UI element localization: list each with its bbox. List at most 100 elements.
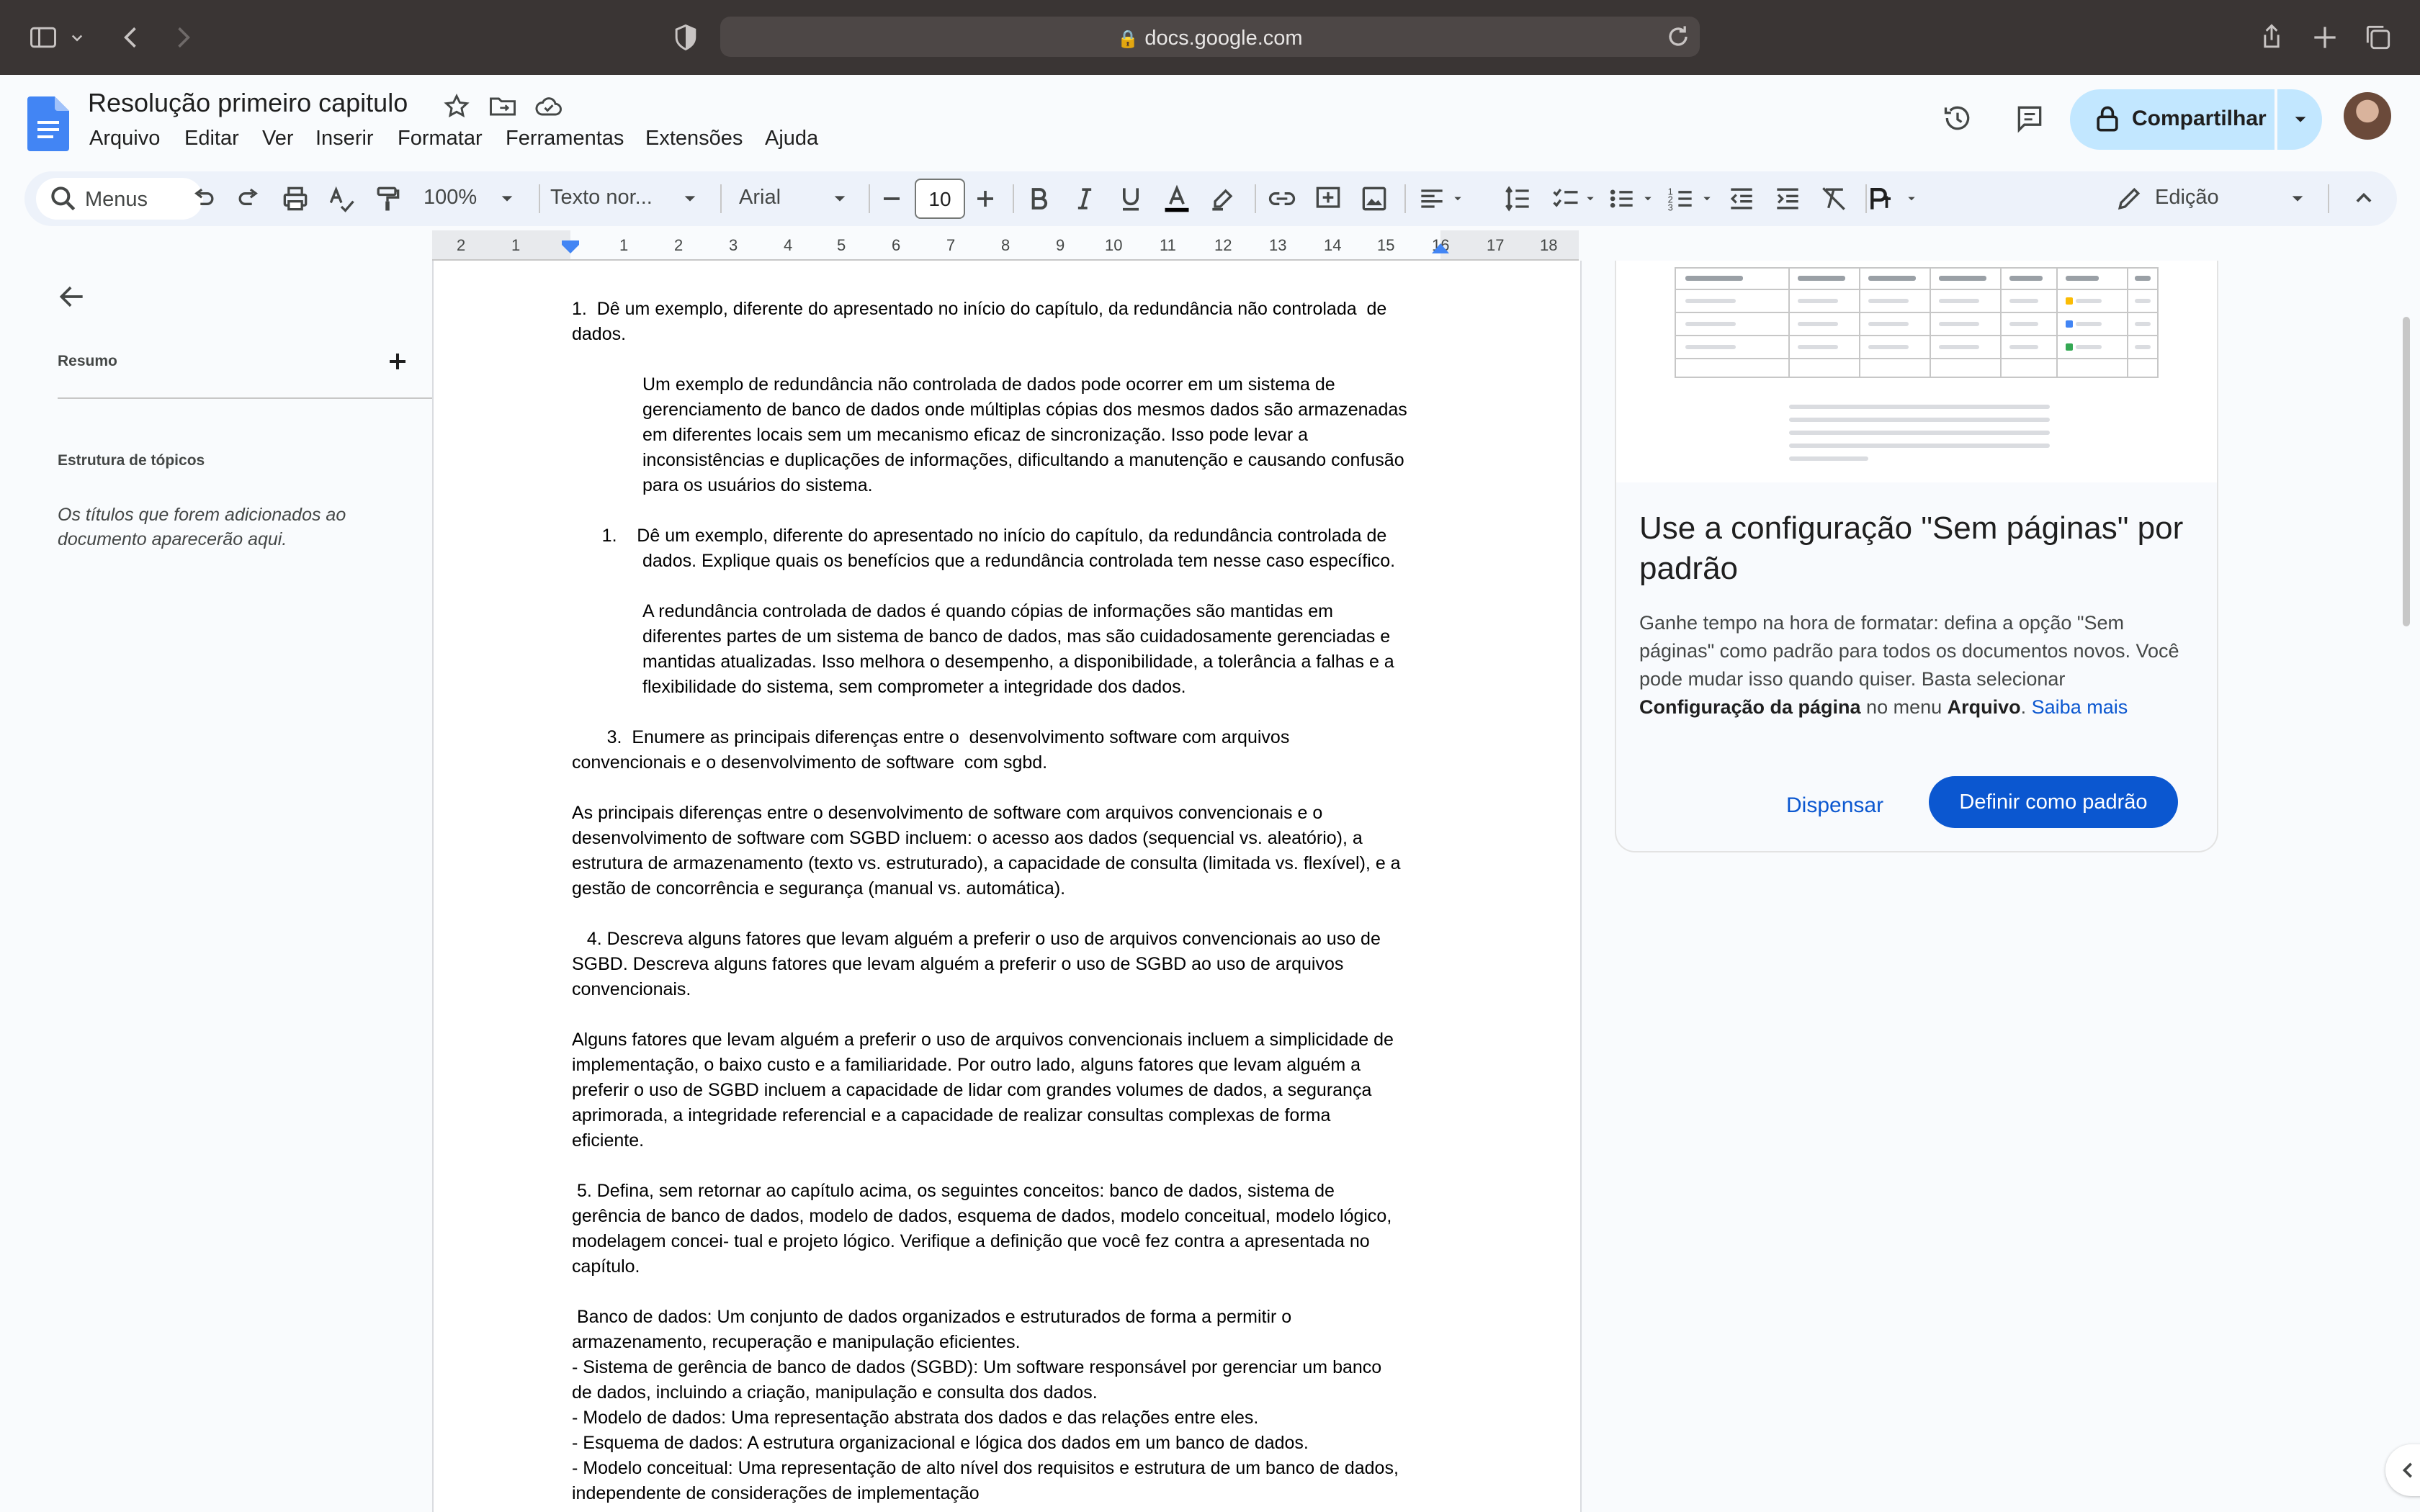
increase-indent-icon[interactable] — [1772, 183, 1803, 215]
highlight-icon[interactable] — [1207, 183, 1239, 215]
scrollbar[interactable] — [2403, 317, 2410, 626]
underline-icon[interactable] — [1115, 183, 1147, 215]
insert-image-icon[interactable] — [1358, 183, 1390, 215]
clear-formatting-icon[interactable] — [1818, 183, 1850, 215]
zoom-caret-icon[interactable] — [491, 183, 523, 215]
undo-icon[interactable] — [187, 183, 219, 215]
document-line: 1. Dê um exemplo, diferente do apresenta… — [572, 299, 1387, 319]
add-comment-icon[interactable] — [1312, 183, 1344, 215]
menu-editar[interactable]: Editar — [184, 127, 239, 150]
font-size-input[interactable]: 10 — [915, 179, 965, 219]
share-button[interactable]: Compartilhar — [2070, 89, 2275, 150]
docs-logo-icon[interactable] — [27, 96, 69, 151]
horizontal-ruler[interactable]: 2 1 1 2 3 4 5 6 7 8 9 10 11 12 13 14 15 … — [432, 230, 1579, 261]
cloud-saved-icon[interactable] — [533, 91, 565, 122]
document-line: mantidas atualizadas. Isso melhora o des… — [642, 652, 1394, 672]
address-bar[interactable]: 🔒 docs.google.com — [720, 17, 1700, 57]
set-default-button[interactable]: Definir como padrão — [1929, 776, 2178, 828]
align-caret-icon[interactable] — [1448, 183, 1468, 215]
share-options-button[interactable] — [2277, 89, 2322, 150]
text-style-caret-icon[interactable] — [1901, 183, 1922, 215]
zoom-select[interactable]: 100% — [424, 186, 477, 210]
ruler-label: 12 — [1214, 236, 1232, 254]
align-left-icon[interactable] — [1416, 183, 1448, 215]
ruler-label: 13 — [1269, 236, 1287, 254]
document-line: As principais diferenças entre o desenvo… — [572, 803, 1323, 823]
move-folder-icon[interactable] — [487, 91, 519, 122]
document-line: - Modelo de dados: Uma representação abs… — [572, 1408, 1259, 1428]
privacy-shield-icon[interactable] — [670, 22, 702, 53]
left-indent-marker[interactable] — [562, 240, 579, 256]
document-line: SGBD. Descreva alguns fatores que levam … — [572, 954, 1344, 974]
forward-arrow-icon[interactable] — [167, 22, 199, 53]
text-style-icon[interactable] — [1867, 183, 1899, 215]
style-caret-icon[interactable] — [674, 183, 706, 215]
spellcheck-icon[interactable] — [326, 183, 357, 215]
comments-icon[interactable] — [2014, 102, 2045, 134]
promo-body-bold: Arquivo — [1947, 696, 2021, 718]
side-panel-toggle[interactable] — [2385, 1444, 2420, 1496]
checklist-caret-icon[interactable] — [1580, 183, 1600, 215]
new-tab-icon[interactable] — [2309, 22, 2341, 53]
dismiss-button[interactable]: Dispensar — [1786, 793, 1883, 818]
document-page[interactable]: 1. Dê um exemplo, diferente do apresenta… — [432, 261, 1582, 1512]
star-icon[interactable] — [441, 91, 472, 122]
decrease-indent-icon[interactable] — [1726, 183, 1757, 215]
tab-overview-icon[interactable] — [2362, 22, 2394, 53]
add-summary-icon[interactable] — [382, 346, 413, 377]
menu-inserir[interactable]: Inserir — [315, 127, 374, 150]
avatar[interactable] — [2344, 92, 2391, 140]
font-select[interactable]: Arial — [739, 186, 781, 210]
insert-link-icon[interactable] — [1266, 183, 1298, 215]
menu-ajuda[interactable]: Ajuda — [765, 127, 818, 150]
document-body[interactable]: 1. Dê um exemplo, diferente do apresenta… — [572, 297, 1449, 1506]
menu-formatar[interactable]: Formatar — [398, 127, 483, 150]
italic-icon[interactable] — [1069, 183, 1101, 215]
document-line: aprimorada, a integridade referencial e … — [572, 1105, 1331, 1125]
promo-title: Use a configuração "Sem páginas" por pad… — [1639, 510, 2184, 586]
url-text: 🔒 docs.google.com — [1117, 27, 1303, 50]
sidebar-toggle-icon[interactable] — [27, 22, 59, 53]
document-title[interactable]: Resolução primeiro capitulo — [88, 88, 408, 118]
increase-font-size-icon[interactable] — [969, 183, 1001, 215]
learn-more-link[interactable]: Saiba mais — [2032, 696, 2128, 718]
paragraph-style-select[interactable]: Texto nor... — [550, 186, 653, 210]
document-line: inconsistências e duplicações de informa… — [642, 450, 1404, 470]
back-arrow-icon[interactable] — [56, 281, 88, 312]
line-spacing-icon[interactable] — [1502, 183, 1534, 215]
numbered-list-icon[interactable]: 123 — [1665, 183, 1697, 215]
pageless-promo-card: Use a configuração "Sem páginas" por pad… — [1615, 261, 2218, 852]
menu-arquivo[interactable]: Arquivo — [89, 127, 160, 150]
paint-format-icon[interactable] — [372, 183, 403, 215]
document-line: dados. Explique quais os benefícios que … — [642, 551, 1396, 571]
mode-caret-icon[interactable] — [2282, 183, 2313, 215]
share-icon[interactable] — [2256, 22, 2287, 53]
menu-ferramentas[interactable]: Ferramentas — [506, 127, 624, 150]
editing-mode-select[interactable]: Edição — [2155, 186, 2219, 210]
document-line: modelagem concei- tual e projeto lógico.… — [572, 1231, 1370, 1251]
decrease-font-size-icon[interactable] — [876, 183, 908, 215]
reload-icon[interactable] — [1662, 21, 1694, 53]
chevron-down-icon[interactable] — [66, 22, 88, 53]
back-arrow-icon[interactable] — [115, 22, 147, 53]
redo-icon[interactable] — [233, 183, 265, 215]
print-icon[interactable] — [279, 183, 311, 215]
text-color-icon[interactable] — [1161, 183, 1193, 215]
document-line: Alguns fatores que levam alguém a prefer… — [572, 1030, 1394, 1050]
collapse-menus-icon[interactable] — [2348, 183, 2380, 215]
bullet-caret-icon[interactable] — [1638, 183, 1658, 215]
menu-extensoes[interactable]: Extensões — [645, 127, 743, 150]
checklist-icon[interactable] — [1550, 183, 1582, 215]
bold-icon[interactable] — [1023, 183, 1054, 215]
version-history-icon[interactable] — [1942, 102, 1973, 134]
menu-ver[interactable]: Ver — [262, 127, 294, 150]
toolbar-divider — [1013, 184, 1014, 213]
numbered-caret-icon[interactable] — [1697, 183, 1717, 215]
bulleted-list-icon[interactable] — [1606, 183, 1638, 215]
right-indent-marker[interactable] — [1432, 240, 1449, 256]
menus-search[interactable]: Menus — [36, 178, 203, 220]
font-caret-icon[interactable] — [824, 183, 856, 215]
ruler-label: 8 — [1001, 236, 1010, 254]
document-line: em diferentes locais sem um mecanismo ef… — [642, 425, 1309, 445]
